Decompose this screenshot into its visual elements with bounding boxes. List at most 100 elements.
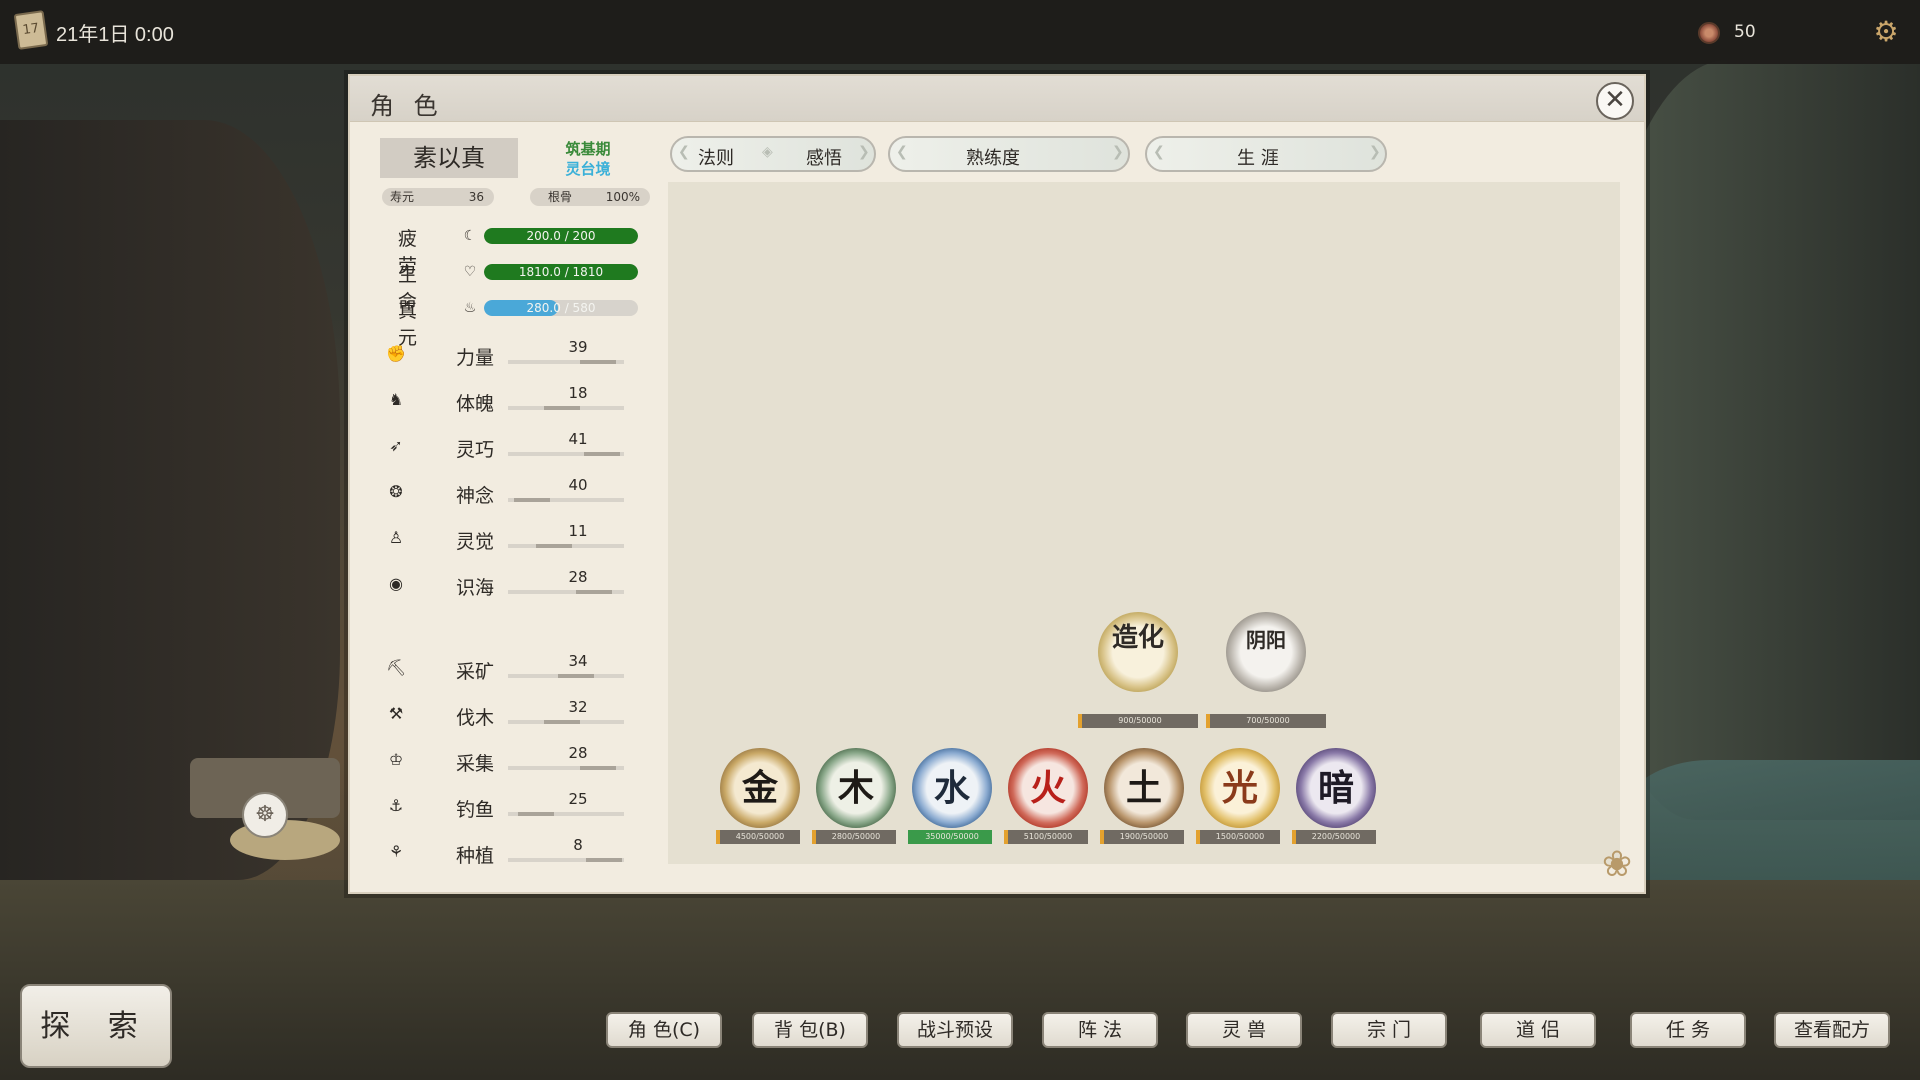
skill-label: 伐木 <box>456 707 495 729</box>
skill-value: 32 <box>568 698 588 716</box>
element-dark-icon[interactable]: 暗 <box>1296 748 1376 828</box>
tab-proficiency[interactable]: ❮ 熟练度 ❯ <box>888 136 1130 172</box>
law-yinyang-icon[interactable]: 阴阳 <box>1226 612 1306 692</box>
tab-career[interactable]: ❮ 生 涯 ❯ <box>1145 136 1387 172</box>
nav-formation-button[interactable]: 阵 法 <box>1042 1012 1158 1048</box>
element-fire-char: 火 <box>1029 767 1066 809</box>
explore-button[interactable]: 探 索 <box>20 984 172 1068</box>
law-yinyang-char: 阴阳 <box>1246 628 1286 652</box>
basket-icon: ♔ <box>388 750 404 769</box>
attribute-physique: ♞ 体魄 18 <box>386 384 626 416</box>
element-metal-char: 金 <box>741 767 778 809</box>
attribute-label: 体魄 <box>456 393 495 415</box>
skill-label: 钓鱼 <box>456 799 495 821</box>
tab-law-label: 法则 <box>698 148 734 169</box>
tab-insight-label: 感悟 <box>806 148 842 169</box>
element-water-progress: 35000/50000 <box>908 830 992 844</box>
element-dark-char: 暗 <box>1317 767 1354 809</box>
nav-recipes-button[interactable]: 查看配方 <box>1774 1012 1890 1048</box>
sprout-icon: ⚘ <box>388 842 404 861</box>
axe-icon: ⚒ <box>388 704 404 723</box>
attribute-label: 力量 <box>456 347 495 369</box>
lifespan-label: 寿元 <box>390 190 415 204</box>
skill-value: 25 <box>568 790 588 808</box>
skill-value: 8 <box>573 836 583 854</box>
law-insight-content: 造化 900/50000 阴阳 700/50000 金 4500/50000 木… <box>668 182 1620 864</box>
character-name: 素以真 <box>380 138 518 178</box>
tab-proficiency-label: 熟练度 <box>966 148 1020 169</box>
pickaxe-icon: ⛏ <box>386 658 407 677</box>
element-fire-progress: 5100/50000 <box>1004 830 1088 844</box>
nav-inventory-button[interactable]: 背 包(B) <box>752 1012 868 1048</box>
cultivation-realm: 筑基期 <box>565 140 611 158</box>
cultivation-sub-realm: 灵台境 <box>565 160 611 178</box>
diamond-icon: ◈ <box>762 144 773 160</box>
nav-sect-button[interactable]: 宗 门 <box>1331 1012 1447 1048</box>
health-value: 1810.0 / 1810 <box>518 265 604 279</box>
element-light-icon[interactable]: 光 <box>1200 748 1280 828</box>
attribute-value: 18 <box>568 384 588 402</box>
attribute-label: 灵巧 <box>456 439 495 461</box>
element-metal-progress: 4500/50000 <box>716 830 800 844</box>
nav-quest-button[interactable]: 任 务 <box>1630 1012 1746 1048</box>
attribute-value: 39 <box>568 338 588 356</box>
lifespan-pill: 寿元 36 <box>382 188 494 206</box>
element-wood-icon[interactable]: 木 <box>816 748 896 828</box>
divine-sense-icon: ❂ <box>389 482 403 501</box>
nav-battle-preset-button[interactable]: 战斗预设 <box>897 1012 1013 1048</box>
skill-planting: ⚘ 种植 8 <box>386 836 626 868</box>
root-bone-label: 根骨 <box>548 190 573 204</box>
attribute-strength: ✊ 力量 39 <box>386 338 626 370</box>
element-earth-progress: 1900/50000 <box>1100 830 1184 844</box>
fatigue-icon: ☾ <box>463 228 477 244</box>
skill-fishing: ⚓ 钓鱼 25 <box>386 790 626 822</box>
element-fire-icon[interactable]: 火 <box>1008 748 1088 828</box>
skill-label: 采矿 <box>456 661 495 683</box>
law-creation-icon[interactable]: 造化 <box>1098 612 1178 692</box>
nav-dao-companion-button[interactable]: 道 侣 <box>1480 1012 1596 1048</box>
meditate-icon[interactable]: ☸ <box>242 792 288 838</box>
attribute-label: 灵觉 <box>456 531 495 553</box>
skill-label: 种植 <box>456 845 495 867</box>
attribute-agility: ➶ 灵巧 41 <box>386 430 626 462</box>
game-date: 21年1日 0:00 <box>56 24 174 46</box>
nav-character-button[interactable]: 角 色(C) <box>606 1012 722 1048</box>
close-button[interactable]: ✕ <box>1596 82 1634 120</box>
qi-value: 280.0 / 580 <box>526 301 596 315</box>
attribute-value: 40 <box>568 476 588 494</box>
law-yinyang-progress: 700/50000 <box>1206 714 1326 728</box>
nav-spirit-beast-button[interactable]: 灵 兽 <box>1186 1012 1302 1048</box>
attribute-value: 41 <box>568 430 588 448</box>
corner-cloud-ornament-icon: ❀ <box>1601 844 1633 885</box>
calendar-scroll-icon: 17 <box>13 10 49 50</box>
agility-icon: ➶ <box>389 436 403 455</box>
attribute-sea-of-knowledge: ◉ 识海 28 <box>386 568 626 600</box>
attribute-value: 28 <box>568 568 588 586</box>
element-water-char: 水 <box>933 767 970 809</box>
skill-mining: ⛏ 采矿 34 <box>386 652 626 684</box>
skill-logging: ⚒ 伐木 32 <box>386 698 626 730</box>
attribute-divine-sense: ❂ 神念 40 <box>386 476 626 508</box>
element-wood-progress: 2800/50000 <box>812 830 896 844</box>
cave-wall-right <box>1600 60 1920 820</box>
skill-value: 34 <box>568 652 588 670</box>
attribute-perception: ♙ 灵觉 11 <box>386 522 626 554</box>
physique-icon: ♞ <box>388 390 404 409</box>
attribute-label: 识海 <box>456 577 495 599</box>
attribute-value: 11 <box>568 522 588 540</box>
fatigue-value: 200.0 / 200 <box>526 229 596 243</box>
panel-header: 角 色 ✕ <box>350 76 1644 122</box>
coin-icon <box>1698 22 1720 44</box>
element-wood-char: 木 <box>837 767 874 809</box>
skill-gathering: ♔ 采集 28 <box>386 744 626 776</box>
element-earth-char: 土 <box>1125 767 1162 809</box>
element-light-progress: 1500/50000 <box>1196 830 1280 844</box>
perception-icon: ♙ <box>388 528 404 547</box>
element-earth-icon[interactable]: 土 <box>1104 748 1184 828</box>
element-water-icon[interactable]: 水 <box>912 748 992 828</box>
attribute-label: 神念 <box>456 485 495 507</box>
element-metal-icon[interactable]: 金 <box>720 748 800 828</box>
gear-icon[interactable]: ⚙ <box>1872 18 1900 46</box>
flame-icon: ♨ <box>463 300 477 316</box>
tab-law-insight[interactable]: ❮ 法则 ◈ 感悟 ❯ <box>670 136 876 172</box>
